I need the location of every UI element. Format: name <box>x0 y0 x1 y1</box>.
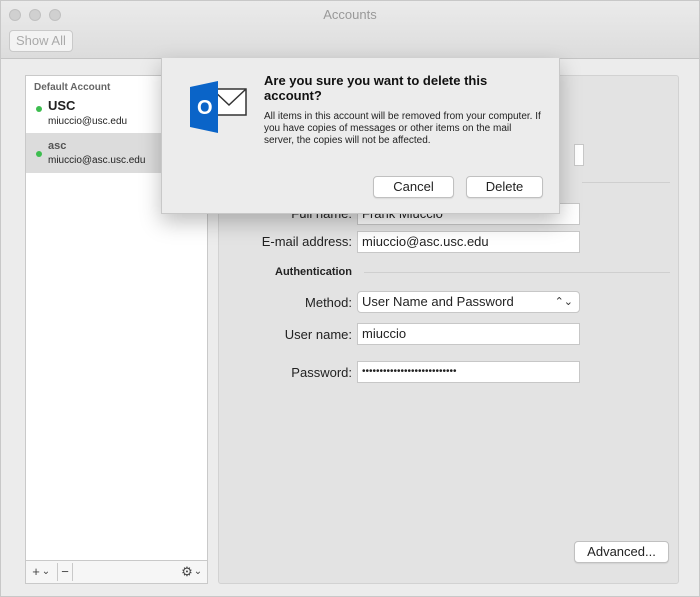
accounts-window: Accounts Show All Default Account USC mi… <box>0 0 700 597</box>
online-status-dot <box>36 151 42 157</box>
account-email: miuccio@asc.usc.edu <box>48 155 146 166</box>
title-bar: Accounts Show All <box>1 1 699 59</box>
account-email: miuccio@usc.edu <box>48 116 128 127</box>
method-selected-value: User Name and Password <box>362 294 514 309</box>
delete-button[interactable]: Delete <box>466 176 543 198</box>
username-field[interactable]: miuccio <box>357 323 580 345</box>
password-label-wrap: Password: <box>219 365 352 383</box>
method-label: Method: <box>305 295 352 310</box>
dialog-message: All items in this account will be remove… <box>264 111 541 146</box>
username-label: User name: <box>284 327 352 342</box>
email-label-wrap: E-mail address: <box>219 234 352 252</box>
account-name: asc <box>48 140 67 152</box>
email-label: E-mail address: <box>261 234 352 249</box>
select-arrows-icon: ⌃⌄ <box>554 296 573 308</box>
online-status-dot <box>36 106 42 112</box>
section-divider <box>582 182 670 183</box>
cancel-button[interactable]: Cancel <box>373 176 454 198</box>
delete-account-dialog: O Are you sure you want to delete this a… <box>161 58 560 214</box>
password-label: Password: <box>291 365 352 380</box>
outlook-icon: O <box>190 81 247 133</box>
section-divider <box>364 272 670 273</box>
email-field[interactable]: miuccio@asc.usc.edu <box>357 231 580 253</box>
account-name: USC <box>48 98 76 113</box>
method-label-wrap: Method: <box>219 295 352 313</box>
password-field[interactable]: ••••••••••••••••••••••••••• <box>357 361 580 383</box>
add-menu-chevron-icon[interactable]: ⌄ <box>41 563 51 581</box>
dialog-title: Are you sure you want to delete this acc… <box>264 73 488 103</box>
username-label-wrap: User name: <box>219 327 352 345</box>
authentication-section-title: Authentication <box>275 266 352 278</box>
window-title: Accounts <box>323 7 377 22</box>
gear-menu-chevron-icon[interactable]: ⌄ <box>193 563 203 581</box>
description-field-edge[interactable] <box>574 144 584 166</box>
advanced-button[interactable]: Advanced... <box>574 541 669 563</box>
remove-account-button[interactable]: − <box>57 563 73 581</box>
group-title-default-account: Default Account <box>34 82 111 93</box>
account-list-toolbar: + ⌄ − ⚙ ⌄ <box>25 561 208 584</box>
method-select[interactable]: User Name and Password ⌃⌄ <box>357 291 580 313</box>
show-all-button[interactable]: Show All <box>9 30 73 52</box>
gear-icon[interactable]: ⚙ <box>180 563 194 581</box>
outlook-logo-letter: O <box>197 97 213 119</box>
